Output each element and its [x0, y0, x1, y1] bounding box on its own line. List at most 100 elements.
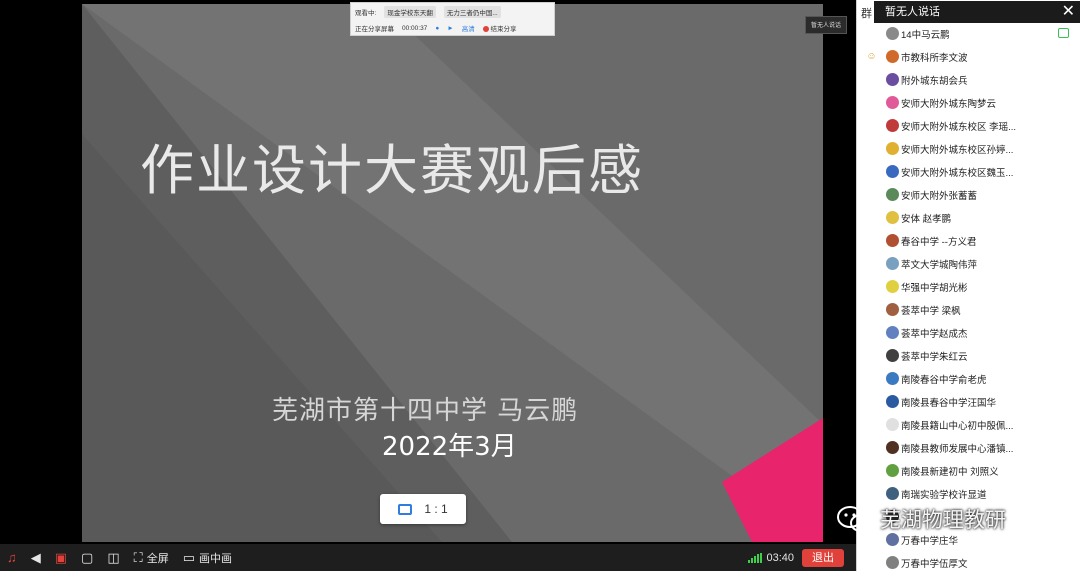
member-name: 附外城东胡会兵 — [901, 75, 968, 87]
watermark: 芜湖物理教研 — [836, 504, 1006, 534]
mic-off-icon: ♫ — [7, 550, 17, 565]
member-row[interactable]: 萃文大学城陶伟萍 — [857, 252, 1080, 275]
panel-tab-label[interactable]: 群 — [861, 5, 872, 21]
member-name: 荟萃中学朱红云 — [901, 351, 968, 363]
member-row[interactable]: 荟萃中学赵成杰 — [857, 321, 1080, 344]
end-share-button[interactable]: 结束分享 — [482, 23, 517, 33]
layout-icon: ◫ — [107, 550, 120, 565]
avatar — [886, 487, 899, 500]
member-name: 市教科所李文波 — [901, 52, 968, 64]
avatar — [886, 464, 899, 477]
meeting-window: 作业设计大赛观后感 芜湖市第十四中学 马云鹏 2022年3月 1 : 1 观看中… — [0, 0, 1080, 571]
expand-icon: ⛶ — [133, 550, 143, 565]
member-panel: 群 暂无人说话 ✕ 14中马云鹏 ☺ 市教科所李文波 附外城东胡会兵安师大附外城东陶梦… — [856, 0, 1080, 571]
avatar — [886, 165, 899, 178]
member-row[interactable]: 安师大附外城东陶梦云 — [857, 91, 1080, 114]
window-icon — [398, 503, 413, 515]
member-row[interactable]: 南瑞实验学校许显道 — [857, 482, 1080, 505]
avatar — [886, 211, 899, 224]
member-name: 荟萃中学 梁枫 — [901, 305, 961, 317]
member-row[interactable]: 荟萃中学 梁枫 — [857, 298, 1080, 321]
avatar — [886, 280, 899, 293]
member-name: 安师大附外城东陶梦云 — [901, 98, 997, 110]
member-name: 萃文大学城陶伟萍 — [901, 259, 978, 271]
member-name: 华强中学胡光彬 — [901, 282, 968, 294]
member-row[interactable]: 安师大附外城东校区魏玉... — [857, 160, 1080, 183]
avatar — [886, 326, 899, 339]
share-bar-viewing: 观看中: — [355, 10, 377, 17]
slide-date: 2022年3月 — [382, 432, 517, 462]
layout-button[interactable]: ◫ — [100, 544, 126, 571]
member-name: 安师大附外城东校区 李瑶... — [901, 121, 1017, 133]
avatar — [886, 73, 899, 86]
member-row[interactable]: 华强中学胡光彬 — [857, 275, 1080, 298]
speaker-icon: ◀ — [30, 550, 41, 565]
share-screen-button[interactable]: ▢ — [74, 544, 100, 571]
camera-off-button[interactable]: ▣ — [48, 544, 74, 571]
avatar — [886, 96, 899, 109]
share-bar-source-1[interactable]: 现金学校东天翻 — [384, 6, 436, 18]
member-row[interactable]: 荟萃中学朱红云 — [857, 344, 1080, 367]
member-row[interactable]: 万春中学伍厚文 — [857, 551, 1080, 571]
speaker-tooltip: 暂无人说话 ✕ — [874, 1, 1080, 23]
exit-button[interactable]: 退出 — [802, 548, 844, 567]
member-row[interactable]: 安师大附外城东校区孙婷... — [857, 137, 1080, 160]
member-row[interactable]: 附外城东胡会兵 — [857, 68, 1080, 91]
slide-title: 作业设计大赛观后感 — [140, 139, 644, 202]
share-bar-source-2[interactable]: 无力三者仍中国... — [443, 6, 501, 18]
avatar — [886, 533, 899, 546]
avatar — [886, 257, 899, 270]
stop-icon — [482, 26, 489, 33]
member-name: 春谷中学 --方义君 — [901, 236, 977, 248]
member-row[interactable]: ☺ 市教科所李文波 — [857, 45, 1080, 68]
member-name: 南陵县春谷中学汪国华 — [901, 397, 997, 409]
bottom-toolbar: ♫ ◀ ▣ ▢ ◫ ⛶ 全屏 ▭ 画中画 03:40 退出 — [0, 544, 856, 571]
member-row[interactable]: 南陵县教师发展中心潘镇... — [857, 436, 1080, 459]
member-row[interactable]: 南陵县新建初中 刘照义 — [857, 459, 1080, 482]
avatar — [886, 349, 899, 362]
member-name: 14中马云鹏 — [901, 29, 950, 41]
stream-quality[interactable]: 高清 — [462, 23, 475, 33]
member-row[interactable]: 安体 赵孝鹏 — [857, 206, 1080, 229]
avatar — [886, 395, 899, 408]
host-icon: ☺ — [866, 51, 877, 62]
member-row[interactable]: 南陵县春谷中学汪国华 — [857, 390, 1080, 413]
pip-label: 画中画 — [199, 552, 233, 565]
fullscreen-button[interactable]: ⛶ 全屏 — [127, 544, 176, 571]
sharing-label: 正在分享屏幕 — [355, 26, 394, 33]
member-row[interactable]: 安师大附外城东校区 李瑶... — [857, 114, 1080, 137]
speaker-button[interactable]: ◀ — [24, 544, 48, 571]
avatar — [886, 372, 899, 385]
signal-strength-icon — [748, 552, 763, 563]
mute-mic-button[interactable]: ♫ — [0, 544, 24, 571]
member-row[interactable]: 南陵县籍山中心初中殷佩... — [857, 413, 1080, 436]
member-row[interactable]: 南陵春谷中学俞老虎 — [857, 367, 1080, 390]
member-row[interactable]: 安师大附外张蓄蓄 — [857, 183, 1080, 206]
watermark-text: 芜湖物理教研 — [880, 508, 1006, 532]
avatar — [886, 441, 899, 454]
close-icon[interactable]: ✕ — [1062, 1, 1075, 23]
fullscreen-label: 全屏 — [146, 552, 169, 565]
screen-share-bar[interactable]: 观看中: 现金学校东天翻 无力三者仍中国... 正在分享屏幕 00:00:37 … — [350, 2, 555, 36]
avatar — [886, 234, 899, 247]
ratio-button[interactable]: 1 : 1 — [380, 494, 466, 524]
speaker-status-badge: 暂无人说话 — [805, 16, 847, 34]
video-area[interactable]: 作业设计大赛观后感 芜湖市第十四中学 马云鹏 2022年3月 1 : 1 观看中… — [0, 0, 856, 544]
member-name: 南陵县籍山中心初中殷佩... — [901, 420, 1014, 432]
member-row[interactable]: 14中马云鹏 — [857, 22, 1080, 45]
mic-icon[interactable]: ● — [435, 25, 439, 32]
monitor-icon: ▢ — [81, 550, 94, 565]
avatar — [886, 142, 899, 155]
pip-icon: ▭ — [182, 550, 196, 565]
screen-share-icon — [1058, 28, 1069, 38]
member-row[interactable]: 春谷中学 --方义君 — [857, 229, 1080, 252]
speaker-icon[interactable]: ► — [447, 25, 453, 32]
member-name: 安师大附外张蓄蓄 — [901, 190, 978, 202]
avatar — [886, 27, 899, 40]
share-elapsed: 00:00:37 — [402, 24, 428, 32]
member-name: 万春中学庄华 — [901, 535, 959, 547]
wechat-icon — [837, 506, 872, 532]
pip-button[interactable]: ▭ 画中画 — [176, 544, 239, 571]
meeting-timer: 03:40 — [766, 551, 794, 564]
member-name: 安体 赵孝鹏 — [901, 213, 952, 225]
